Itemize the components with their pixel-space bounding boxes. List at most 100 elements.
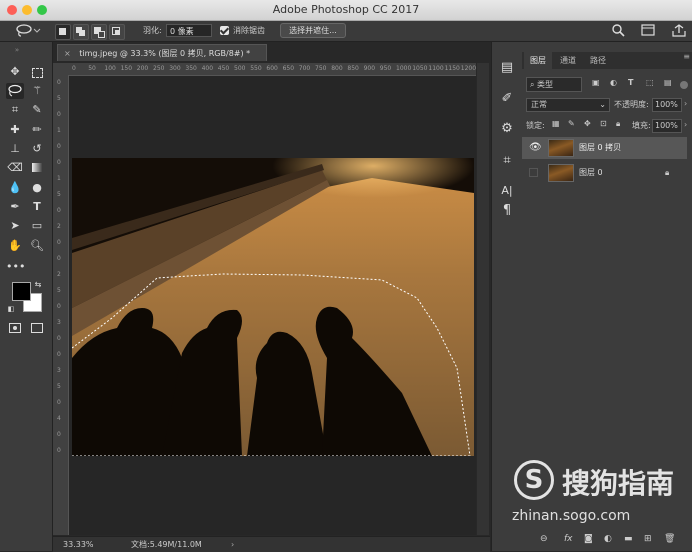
path-selection-tool-icon[interactable]: ➤ [6,218,24,234]
new-group-icon[interactable]: ▬ [624,534,633,544]
intersect-selection-button[interactable] [109,24,125,40]
clone-stamp-tool-icon[interactable]: ⊥ [6,141,24,157]
search-icon[interactable] [611,23,625,38]
eye-icon[interactable]: 👁︎ [529,137,542,159]
share-icon[interactable] [669,23,689,38]
screen-mode-icon[interactable] [28,320,46,336]
brush-tool-icon[interactable]: ✏ [28,122,46,138]
shape-tool-icon[interactable]: ▭ [28,218,46,234]
gradient-tool-icon[interactable] [28,160,46,176]
ruler-tick-label: 3 [57,319,61,326]
more-tools-icon[interactable]: ••• [6,259,25,275]
lock-artboard-icon[interactable]: ⊡ [600,119,607,128]
layer-name[interactable]: 图层 0 拷贝 [579,137,621,159]
photo-night-road-shadows[interactable] [72,158,474,456]
ruler-tick-label: 900 [363,65,376,72]
fill-dropdown-icon[interactable]: › [684,120,687,129]
marquee-tool-icon[interactable] [28,64,46,80]
zoom-level[interactable]: 33.33% [63,537,94,552]
ruler-tick-label: 4 [57,415,61,422]
paragraph-panel-icon[interactable]: ¶ [497,202,517,220]
eyedropper-tool-icon[interactable]: ✎ [28,102,46,118]
filter-toggle[interactable] [680,81,688,89]
pixel-filter-icon[interactable]: ▣ [592,78,600,87]
eraser-tool-icon[interactable]: ⌫ [6,160,24,176]
lock-all-icon[interactable]: 🔒︎ [616,119,620,129]
magic-wand-tool-icon[interactable]: ⚚ [28,83,46,99]
vertical-ruler[interactable]: 0 5 0 1 0 0 1 5 0 2 0 0 2 5 0 3 0 0 3 5 0 4 0 0 [53,75,69,535]
blur-tool-icon[interactable]: 💧 [6,180,24,196]
watermark: S 搜狗指南 zhinan.sogo.com [510,460,690,530]
layer-name[interactable]: 图层 0 [579,162,603,184]
blend-mode-value: 正常 [531,100,547,109]
clone-source-panel-icon[interactable]: ⚙ [497,120,517,138]
new-layer-icon[interactable]: ⊞ [644,534,652,544]
move-tool-icon[interactable]: ✥ [6,64,24,80]
ruler-tick-label: 0 [57,335,61,342]
fx-icon[interactable]: fx [564,534,573,544]
lock-position-icon[interactable]: ✥ [584,119,591,128]
pen-tool-icon[interactable]: ✒ [6,199,24,215]
vertical-scrollbar[interactable] [477,63,489,535]
new-selection-button[interactable] [55,24,71,40]
workspace-icon[interactable] [641,23,655,38]
lasso-preset-icon[interactable] [14,23,42,38]
tab-channels[interactable]: 通道 [554,52,582,69]
hand-tool-icon[interactable]: ✋ [6,238,24,254]
adjustment-layer-icon[interactable]: ◐ [604,534,612,544]
healing-brush-tool-icon[interactable]: ✚ [6,122,24,138]
add-to-selection-button[interactable] [73,24,89,40]
adjustment-filter-icon[interactable]: ◐ [610,78,617,87]
ruler-tick-label: 550 [250,65,262,72]
smart-object-filter-icon[interactable]: ▤ [664,78,672,87]
lock-pixels-icon[interactable]: ✎ [568,119,575,128]
zoom-tool-icon[interactable]: 🔍︎ [28,238,46,254]
visibility-toggle[interactable] [529,168,538,177]
delete-layer-icon[interactable]: 🗑︎ [664,534,675,544]
layer-row[interactable]: 👁︎ 图层 0 拷贝 [522,137,687,159]
horizontal-ruler[interactable]: 0 50 100 150 200 250 300 350 400 450 500 550 600 650 7… [69,63,476,76]
ruler-origin[interactable] [53,63,69,75]
properties-panel-icon[interactable]: ▤ [497,59,517,77]
default-colors-icon[interactable]: ◧ [6,304,16,314]
fill-input[interactable]: 100% [652,119,682,133]
dodge-tool-icon[interactable]: ● [28,180,46,196]
swap-colors-icon[interactable]: ⇆ [33,280,43,290]
collapse-toolbar-icon[interactable]: » [8,46,26,62]
antialias-checkbox[interactable] [220,26,229,35]
crop-panel-icon[interactable]: ⌗ [497,152,517,170]
status-menu-arrow-icon[interactable]: › [231,537,234,552]
opacity-input[interactable]: 100% [652,98,682,112]
shape-filter-icon[interactable]: ⬚ [646,78,654,87]
ruler-tick-label: 0 [57,239,61,246]
foreground-color-swatch[interactable] [12,282,31,301]
ruler-tick-label: 0 [57,79,61,86]
lock-transparency-icon[interactable]: ▦ [552,119,560,128]
brush-panel-icon[interactable]: ✐ [497,90,517,108]
type-tool-icon[interactable]: T [28,199,46,215]
tab-paths[interactable]: 路径 [584,52,612,69]
select-and-mask-button[interactable]: 选择并遮住... [280,23,346,38]
crop-tool-icon[interactable]: ⌗ [6,102,24,118]
blend-mode-select[interactable]: 正常 ⌄ [526,98,610,112]
character-panel-icon[interactable]: A| [497,182,517,200]
panel-menu-icon[interactable]: ≡ [683,52,690,61]
link-layers-icon[interactable]: ⊖ [540,534,548,544]
quick-mask-icon[interactable] [6,320,24,336]
kind-filter-select[interactable]: ⌕ 类型 [526,77,582,92]
subtract-from-selection-button[interactable] [91,24,107,40]
ruler-tick-label: 500 [234,65,246,72]
layer-row[interactable]: 图层 0 🔒︎ [522,162,687,184]
feather-input[interactable]: 0 像素 [166,24,212,37]
document-tab[interactable]: × timg.jpeg @ 33.3% (图层 0 拷贝, RGB/8#) * [57,44,267,61]
ruler-tick-label: 0 [57,255,61,262]
options-bar: 羽化: 0 像素 消除锯齿 选择并遮住... [0,21,692,42]
ruler-tick-label: 150 [120,65,133,72]
lasso-tool-icon[interactable] [6,83,24,99]
opacity-dropdown-icon[interactable]: › [684,99,687,108]
close-tab-icon[interactable]: × [64,49,71,58]
history-brush-tool-icon[interactable]: ↺ [28,141,46,157]
type-filter-icon[interactable]: T [628,78,633,87]
add-mask-icon[interactable]: ◙ [584,534,593,544]
tab-layers[interactable]: 图层 [524,52,552,69]
